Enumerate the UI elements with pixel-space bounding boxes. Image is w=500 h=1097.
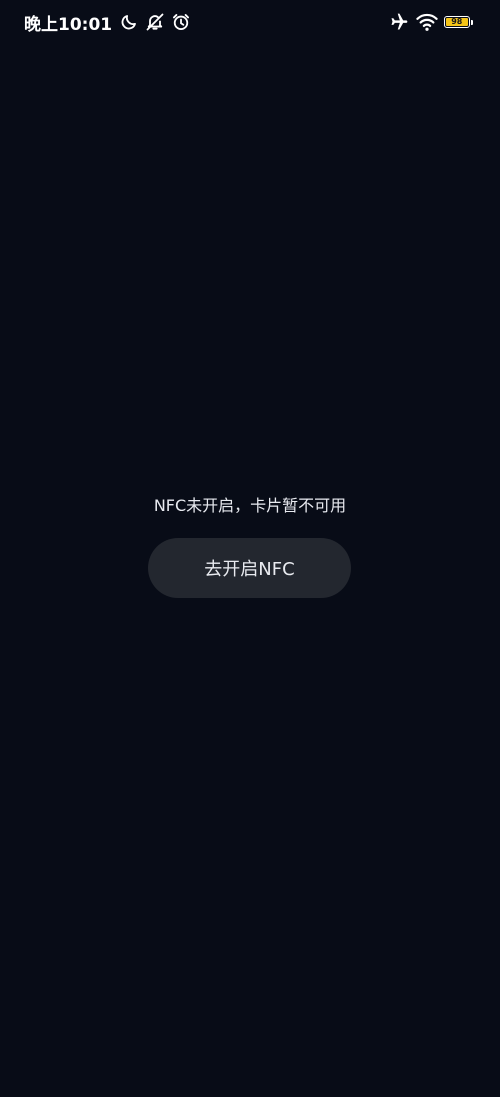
nfc-disabled-message: NFC未开启，卡片暂不可用 [153, 496, 347, 515]
alarm-icon [170, 11, 192, 33]
status-bar-left: 晚上10:01 [24, 10, 192, 35]
battery-icon: 98 [444, 15, 474, 29]
battery-level: 98 [451, 17, 463, 26]
nfc-disabled-screen: 晚上10:01 98 NFC未开启，卡片暂不可用 去开启NFC [0, 0, 500, 1097]
status-time: 晚上10:01 [24, 14, 113, 35]
moon-icon [118, 11, 140, 33]
airplane-icon [388, 11, 410, 33]
wifi-icon [416, 11, 438, 33]
battery-fill: 98 [446, 18, 468, 26]
mute-icon [144, 11, 166, 33]
status-bar: 晚上10:01 98 [0, 0, 500, 44]
enable-nfc-button[interactable]: 去开启NFC [148, 538, 351, 598]
status-bar-right: 98 [388, 11, 474, 33]
